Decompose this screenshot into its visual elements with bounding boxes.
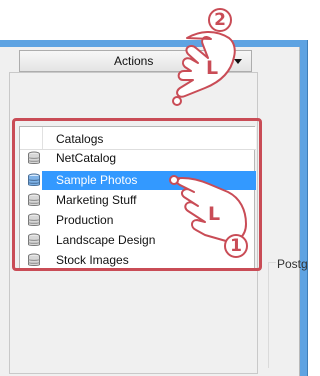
catalog-label: NetCatalog xyxy=(56,151,117,165)
catalog-row-stock-images[interactable]: Stock Images xyxy=(20,251,256,270)
database-icon xyxy=(28,233,40,246)
database-icon xyxy=(28,213,40,226)
header-divider xyxy=(42,127,43,149)
screenshot-stage: Actions Catalogs NetCatalog Sample Photo… xyxy=(0,0,310,376)
database-icon xyxy=(28,193,40,206)
step-one-badge: 1 xyxy=(224,234,248,258)
catalogs-header-label: Catalogs xyxy=(56,132,104,146)
partial-groupbox-label: Postg xyxy=(277,257,308,271)
catalog-label: Production xyxy=(56,213,114,227)
step-two-badge: 2 xyxy=(208,8,232,32)
catalog-label: Stock Images xyxy=(56,253,129,267)
catalog-row-netcatalog[interactable]: NetCatalog xyxy=(20,149,256,168)
catalog-row-sample-photos[interactable]: Sample Photos xyxy=(20,171,256,190)
catalog-list-header: Catalogs xyxy=(20,127,256,150)
catalog-row-landscape-design[interactable]: Landscape Design xyxy=(20,231,256,250)
catalog-label: Landscape Design xyxy=(56,233,156,247)
actions-dropdown-button[interactable]: Actions xyxy=(19,50,252,72)
groupbox-line-top xyxy=(268,262,276,263)
catalog-row-marketing-stuff[interactable]: Marketing Stuff xyxy=(20,191,256,210)
groupbox-line-left xyxy=(268,262,269,368)
catalog-label: Marketing Stuff xyxy=(56,193,137,207)
database-icon xyxy=(28,151,40,164)
catalog-row-production[interactable]: Production xyxy=(20,211,256,230)
catalog-list[interactable]: Catalogs NetCatalog Sample Photos Market… xyxy=(19,126,256,271)
actions-label: Actions xyxy=(114,54,154,68)
catalog-label: Sample Photos xyxy=(56,173,138,187)
database-icon xyxy=(28,253,40,266)
chevron-down-icon xyxy=(234,59,242,64)
database-icon xyxy=(28,173,40,186)
